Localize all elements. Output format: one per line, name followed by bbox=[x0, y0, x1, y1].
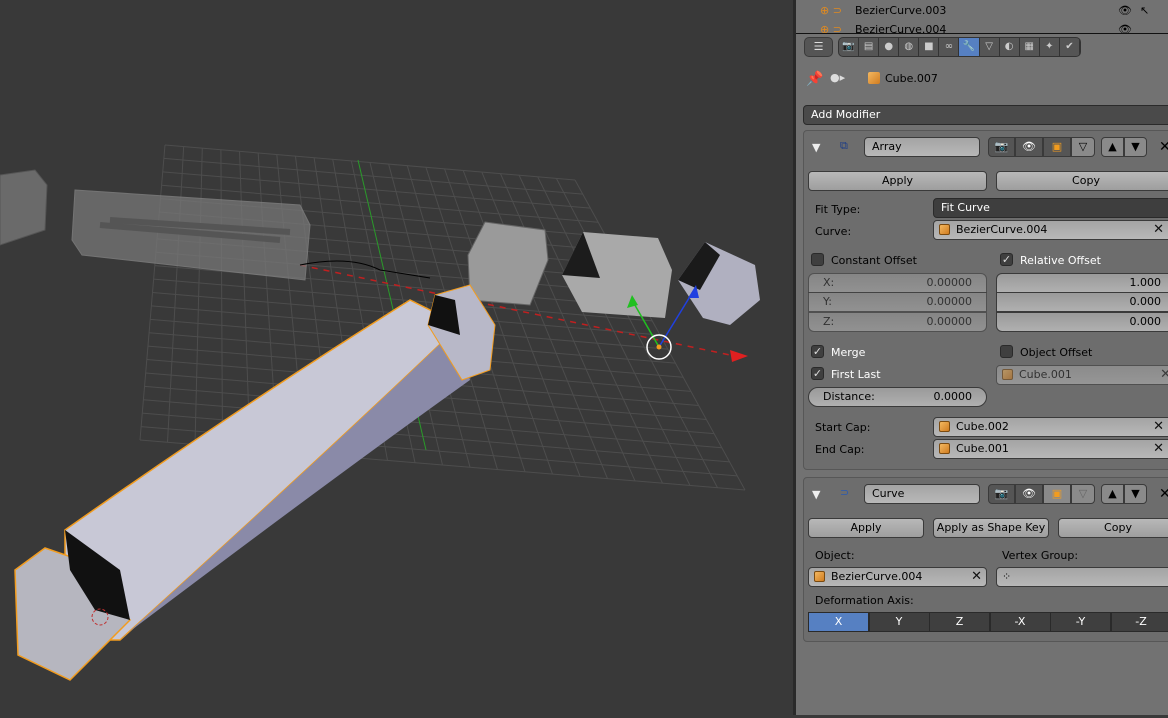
particles-icon[interactable]: ✦ bbox=[1040, 38, 1060, 56]
object-offset-checkbox[interactable] bbox=[1000, 345, 1013, 358]
curve-label: Curve: bbox=[815, 225, 851, 238]
clear-icon[interactable]: ✕ bbox=[1153, 221, 1164, 239]
axis-button-neg-z[interactable]: -Z bbox=[1111, 612, 1168, 632]
eye-icon[interactable]: 👁 bbox=[1118, 4, 1132, 17]
relative-offset-checkbox[interactable]: ✓ bbox=[1000, 253, 1013, 266]
curve-object-field[interactable]: BezierCurve.004✕ bbox=[808, 567, 987, 587]
collapse-triangle-icon[interactable]: ▼ bbox=[812, 488, 820, 501]
curve-name-field[interactable]: Curve bbox=[864, 484, 980, 504]
constant-offset-y[interactable]: Y:0.00000 bbox=[808, 292, 987, 312]
world-icon[interactable]: ◍ bbox=[899, 38, 919, 56]
deformation-axis-label: Deformation Axis: bbox=[815, 594, 914, 607]
object-label: Object: bbox=[815, 549, 855, 562]
3d-viewport[interactable] bbox=[0, 0, 793, 715]
array-apply-button[interactable]: Apply bbox=[808, 171, 987, 191]
cage-toggle-icon[interactable]: ▽ bbox=[1071, 137, 1095, 157]
relative-offset-x[interactable]: 1.000 bbox=[996, 273, 1168, 293]
render-layers-icon[interactable]: ▤ bbox=[859, 38, 879, 56]
editmode-toggle-icon[interactable]: ▣ bbox=[1043, 484, 1071, 504]
curved-array-object bbox=[65, 300, 460, 640]
render-toggle-icon[interactable]: 📷 bbox=[988, 484, 1015, 504]
curve-apply-button[interactable]: Apply bbox=[808, 518, 924, 538]
constant-offset-z[interactable]: Z:0.00000 bbox=[808, 312, 987, 332]
array-modifier-icon: ⧉ bbox=[840, 139, 848, 153]
data-icon[interactable]: ▽ bbox=[980, 38, 1000, 56]
object-icon bbox=[939, 224, 950, 235]
object-cube-icon bbox=[868, 72, 880, 84]
cursor-icon[interactable]: ↖ bbox=[1140, 4, 1149, 17]
end-cap-label: End Cap: bbox=[815, 443, 865, 456]
axis-button-neg-y[interactable]: -Y bbox=[1050, 612, 1111, 632]
axis-button-y[interactable]: Y bbox=[869, 612, 930, 632]
move-up-icon[interactable]: ▲ bbox=[1101, 137, 1124, 157]
material-icon[interactable]: ◐ bbox=[1000, 38, 1020, 56]
cube-a bbox=[468, 222, 548, 305]
relative-offset-label: Relative Offset bbox=[1020, 254, 1101, 267]
curve-icon: ⊕ ⊃ bbox=[820, 4, 842, 17]
curve-field[interactable]: BezierCurve.004✕ bbox=[933, 220, 1168, 240]
start-cap-label: Start Cap: bbox=[815, 421, 870, 434]
breadcrumb-object: Cube.007 bbox=[885, 72, 938, 85]
axis-button-x[interactable]: X bbox=[808, 612, 869, 632]
grid-line bbox=[556, 178, 717, 487]
curve-modifier-icon: ⊃ bbox=[840, 486, 849, 499]
first-last-checkbox[interactable]: ✓ bbox=[811, 367, 824, 380]
viewport-toggle-icon[interactable]: 👁 bbox=[1015, 137, 1043, 157]
object-offset-label: Object Offset bbox=[1020, 346, 1092, 359]
properties-editor: ⊕ ⊃ BezierCurve.003 👁 ↖ ⊕ ⊃ BezierCurve.… bbox=[796, 0, 1168, 715]
editmode-toggle-icon[interactable]: ▣ bbox=[1043, 137, 1071, 157]
relative-offset-y[interactable]: 0.000 bbox=[996, 292, 1168, 312]
fit-type-label: Fit Type: bbox=[815, 203, 860, 216]
offset-object-field[interactable]: Cube.001✕ bbox=[996, 365, 1168, 385]
viewport-scene bbox=[0, 0, 793, 715]
end-cap-field[interactable]: Cube.001✕ bbox=[933, 439, 1168, 459]
vertex-group-field[interactable]: ⁘ bbox=[996, 567, 1168, 587]
curve-copy-button[interactable]: Copy bbox=[1058, 518, 1168, 538]
fit-type-dropdown[interactable]: Fit Curve bbox=[933, 198, 1168, 218]
physics-icon[interactable]: ✔ bbox=[1060, 38, 1080, 56]
merge-label: Merge bbox=[831, 346, 865, 359]
collapse-triangle-icon[interactable]: ▼ bbox=[812, 141, 820, 154]
constant-offset-x[interactable]: X:0.00000 bbox=[808, 273, 987, 293]
scene-icon[interactable]: ● bbox=[879, 38, 899, 56]
outliner-row[interactable]: ⊕ ⊃ BezierCurve.003 👁 ↖ bbox=[796, 2, 1168, 19]
render-icon[interactable]: 📷 bbox=[839, 38, 859, 56]
constraints-icon[interactable]: ∞ bbox=[939, 38, 959, 56]
editor-type-icon[interactable]: ☰ bbox=[804, 37, 833, 57]
move-up-icon[interactable]: ▲ bbox=[1101, 484, 1124, 504]
gizmo-x-arrow bbox=[730, 350, 748, 362]
texture-icon[interactable]: ▦ bbox=[1020, 38, 1040, 56]
vertex-group-label: Vertex Group: bbox=[1002, 549, 1078, 562]
remove-modifier-icon[interactable]: ✕ bbox=[1159, 486, 1168, 502]
constant-offset-checkbox[interactable] bbox=[811, 253, 824, 266]
merge-distance-field[interactable]: Distance:0.0000 bbox=[808, 387, 987, 407]
axis-button-neg-x[interactable]: -X bbox=[990, 612, 1051, 632]
constant-offset-label: Constant Offset bbox=[831, 254, 917, 267]
move-down-icon[interactable]: ▼ bbox=[1124, 137, 1147, 157]
axis-button-z[interactable]: Z bbox=[929, 612, 990, 632]
relative-offset-z[interactable]: 0.000 bbox=[996, 312, 1168, 332]
merge-checkbox[interactable]: ✓ bbox=[811, 345, 824, 358]
array-copy-button[interactable]: Copy bbox=[996, 171, 1168, 191]
modifiers-icon[interactable]: 🔧 bbox=[959, 38, 979, 56]
viewport-toggle-icon[interactable]: 👁 bbox=[1015, 484, 1043, 504]
scene-icon: ●▸ bbox=[830, 71, 845, 84]
array-name-field[interactable]: Array bbox=[864, 137, 980, 157]
render-toggle-icon[interactable]: 📷 bbox=[988, 137, 1015, 157]
vertex-group-icon: ⁘ bbox=[1002, 568, 1011, 586]
first-last-label: First Last bbox=[831, 368, 881, 381]
outliner-item-label: BezierCurve.003 bbox=[855, 4, 946, 17]
remove-modifier-icon[interactable]: ✕ bbox=[1159, 139, 1168, 155]
add-modifier-dropdown[interactable]: Add Modifier bbox=[803, 105, 1168, 125]
object-icon[interactable]: ■ bbox=[919, 38, 939, 56]
apply-as-shape-key-button[interactable]: Apply as Shape Key bbox=[933, 518, 1049, 538]
start-cap-field[interactable]: Cube.002✕ bbox=[933, 417, 1168, 437]
context-tabs: 📷▤●◍■∞🔧▽◐▦✦✔ bbox=[838, 37, 1081, 57]
partial-object bbox=[0, 170, 47, 245]
cage-toggle-icon[interactable]: ▽ bbox=[1071, 484, 1095, 504]
move-down-icon[interactable]: ▼ bbox=[1124, 484, 1147, 504]
pin-icon[interactable]: 📌 bbox=[806, 71, 823, 87]
